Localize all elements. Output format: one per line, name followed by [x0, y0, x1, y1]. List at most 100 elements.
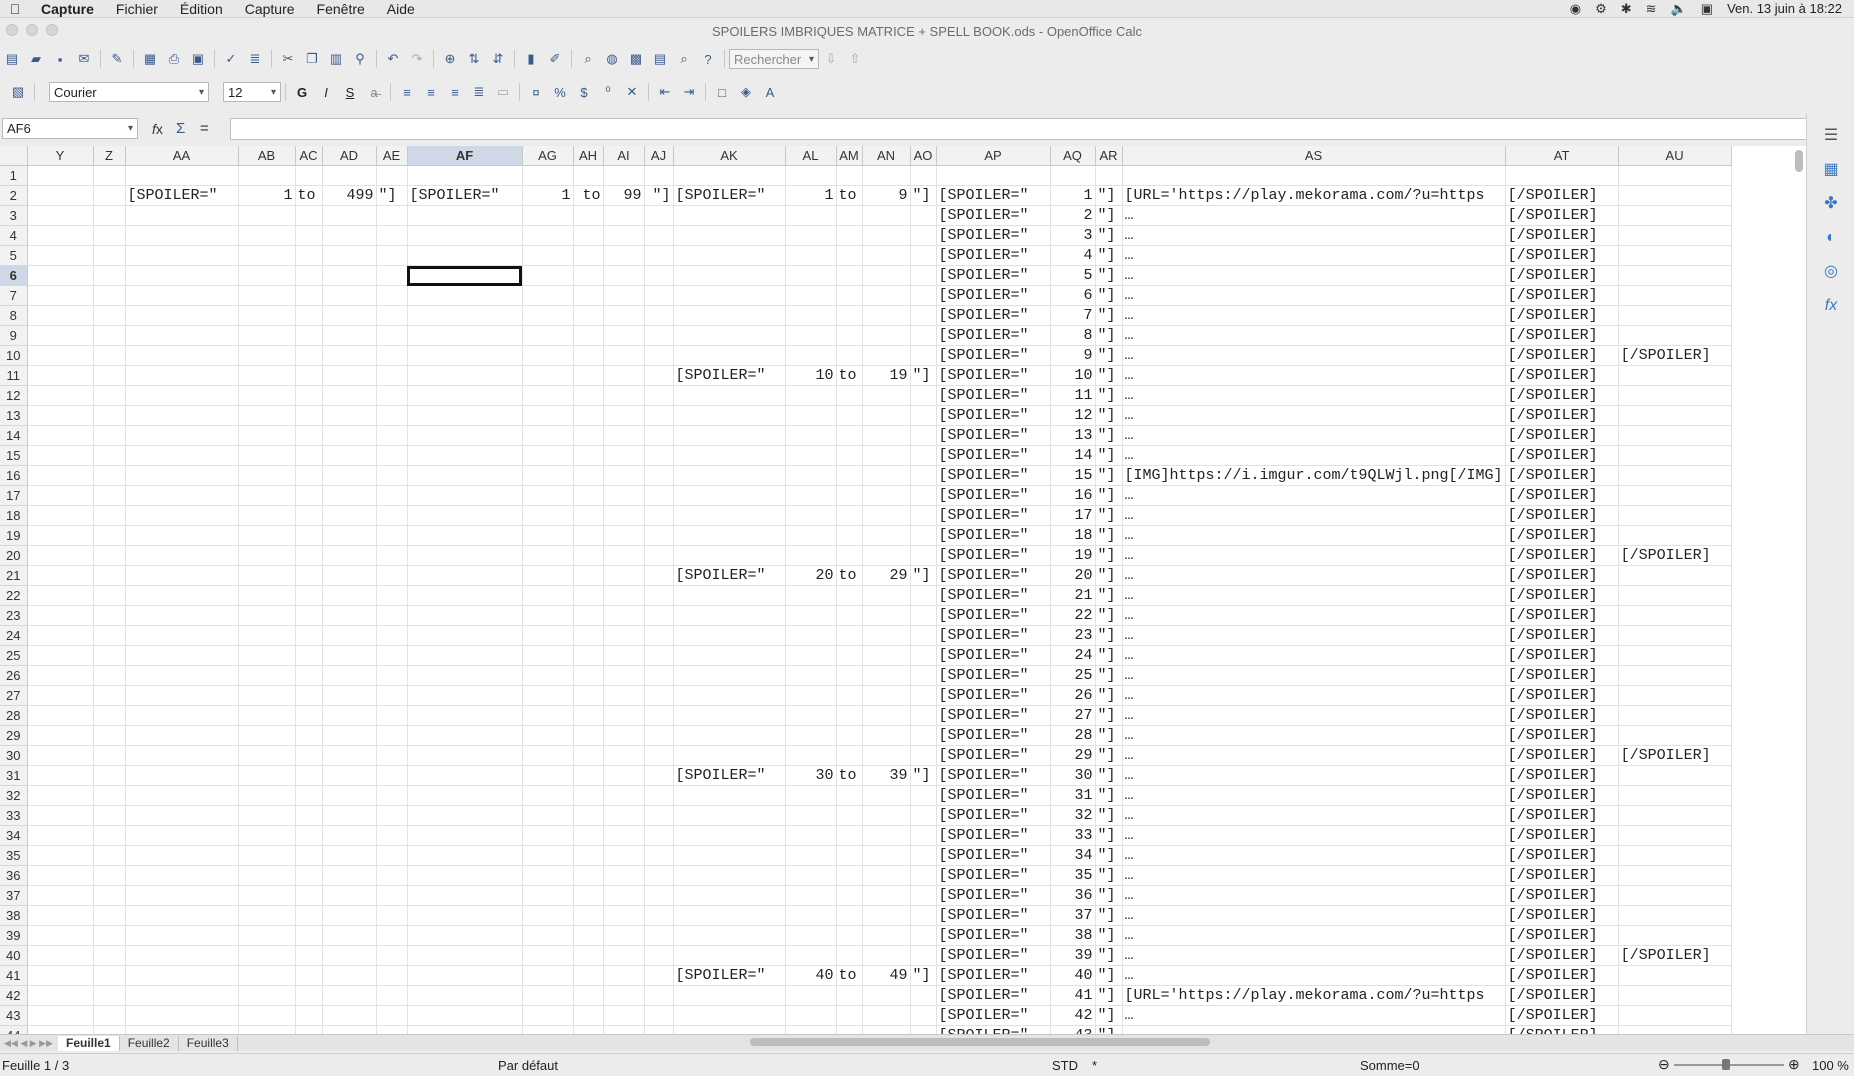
cell-al14[interactable] [785, 425, 837, 446]
cell-ag3[interactable] [522, 205, 574, 226]
cell-ap43[interactable]: [SPOILER=" [936, 1005, 1051, 1026]
row-header[interactable]: 28 [0, 705, 28, 726]
cell-y27[interactable] [27, 685, 94, 706]
cell-an16[interactable] [862, 465, 911, 486]
cell-ar23[interactable]: "] [1095, 605, 1123, 626]
cell-aq4[interactable]: 3 [1050, 225, 1096, 246]
cell-am41[interactable]: to [836, 965, 863, 986]
cell-ae6[interactable] [376, 265, 408, 286]
percent-format-icon[interactable]: % [550, 82, 570, 102]
cell-aj36[interactable] [644, 865, 674, 886]
cell-ar7[interactable]: "] [1095, 285, 1123, 306]
cell-am7[interactable] [836, 285, 863, 306]
cell-ai26[interactable] [603, 665, 645, 686]
column-header-ar[interactable]: AR [1095, 146, 1123, 166]
cell-am18[interactable] [836, 505, 863, 526]
cell-ac8[interactable] [295, 305, 323, 326]
cell-ao41[interactable]: "] [910, 965, 937, 986]
cell-ae32[interactable] [376, 785, 408, 806]
delete-decimal-icon[interactable]: ✕ [622, 82, 642, 102]
column-header-ap[interactable]: AP [936, 146, 1051, 166]
cell-an11[interactable]: 19 [862, 365, 911, 386]
cell-ak27[interactable] [673, 685, 786, 706]
cell-ac22[interactable] [295, 585, 323, 606]
cell-as29[interactable]: … [1122, 725, 1506, 746]
cell-au16[interactable] [1618, 465, 1732, 486]
cell-ag35[interactable] [522, 845, 574, 866]
cell-au41[interactable] [1618, 965, 1732, 986]
cell-at42[interactable]: [/SPOILER] [1505, 985, 1619, 1006]
wifi-icon[interactable]: ≋ [1646, 1, 1657, 17]
cell-au39[interactable] [1618, 925, 1732, 946]
cell-ai22[interactable] [603, 585, 645, 606]
cell-ag22[interactable] [522, 585, 574, 606]
cell-aq5[interactable]: 4 [1050, 245, 1096, 266]
cell-ae2[interactable]: "] [376, 185, 408, 206]
cell-an25[interactable] [862, 645, 911, 666]
decrease-indent-icon[interactable]: ⇤ [655, 82, 675, 102]
row-header[interactable]: 7 [0, 285, 28, 306]
cell-ad36[interactable] [322, 865, 377, 886]
cell-ag2[interactable]: 1 [522, 185, 574, 206]
cell-ak18[interactable] [673, 505, 786, 526]
cell-ah33[interactable] [573, 805, 604, 826]
cell-ab3[interactable] [238, 205, 296, 226]
cell-an13[interactable] [862, 405, 911, 426]
cell-ak7[interactable] [673, 285, 786, 306]
cell-ai32[interactable] [603, 785, 645, 806]
cell-ad15[interactable] [322, 445, 377, 466]
cell-ac5[interactable] [295, 245, 323, 266]
tools-status-icon[interactable]: ⚙ [1595, 1, 1607, 17]
cell-z4[interactable] [93, 225, 126, 246]
cell-at3[interactable]: [/SPOILER] [1505, 205, 1619, 226]
cell-ao1[interactable] [910, 165, 937, 186]
cell-au42[interactable] [1618, 985, 1732, 1006]
merge-cells-icon[interactable]: ▭ [493, 82, 513, 102]
cell-ap24[interactable]: [SPOILER=" [936, 625, 1051, 646]
cell-ap19[interactable]: [SPOILER=" [936, 525, 1051, 546]
cell-y33[interactable] [27, 805, 94, 826]
cell-ad34[interactable] [322, 825, 377, 846]
cell-at29[interactable]: [/SPOILER] [1505, 725, 1619, 746]
cell-ac43[interactable] [295, 1005, 323, 1026]
cell-aa38[interactable] [125, 905, 239, 926]
cell-aq30[interactable]: 29 [1050, 745, 1096, 766]
italic-button[interactable]: I [316, 82, 336, 102]
cell-ak29[interactable] [673, 725, 786, 746]
cell-ae37[interactable] [376, 885, 408, 906]
cell-ai41[interactable] [603, 965, 645, 986]
cell-ah18[interactable] [573, 505, 604, 526]
cell-ar18[interactable]: "] [1095, 505, 1123, 526]
cell-ag12[interactable] [522, 385, 574, 406]
cell-aa34[interactable] [125, 825, 239, 846]
cell-au21[interactable] [1618, 565, 1732, 586]
cell-as35[interactable]: … [1122, 845, 1506, 866]
cell-y36[interactable] [27, 865, 94, 886]
cell-z5[interactable] [93, 245, 126, 266]
cell-ai14[interactable] [603, 425, 645, 446]
cell-y35[interactable] [27, 845, 94, 866]
cell-ah4[interactable] [573, 225, 604, 246]
cell-as28[interactable]: … [1122, 705, 1506, 726]
cell-ak11[interactable]: [SPOILER=" [673, 365, 786, 386]
cell-ao8[interactable] [910, 305, 937, 326]
cell-aq35[interactable]: 34 [1050, 845, 1096, 866]
cell-an14[interactable] [862, 425, 911, 446]
row-header[interactable]: 41 [0, 965, 28, 986]
cell-an8[interactable] [862, 305, 911, 326]
cell-at14[interactable]: [/SPOILER] [1505, 425, 1619, 446]
cell-ak35[interactable] [673, 845, 786, 866]
cell-am29[interactable] [836, 725, 863, 746]
cell-ae16[interactable] [376, 465, 408, 486]
cell-y17[interactable] [27, 485, 94, 506]
cell-an40[interactable] [862, 945, 911, 966]
cell-ag6[interactable] [522, 265, 574, 286]
cell-am20[interactable] [836, 545, 863, 566]
cell-af20[interactable] [407, 545, 523, 566]
row-header[interactable]: 33 [0, 805, 28, 826]
cell-y23[interactable] [27, 605, 94, 626]
sum-icon[interactable]: Σ [176, 120, 185, 137]
cell-ai12[interactable] [603, 385, 645, 406]
cell-as14[interactable]: … [1122, 425, 1506, 446]
cell-ar37[interactable]: "] [1095, 885, 1123, 906]
